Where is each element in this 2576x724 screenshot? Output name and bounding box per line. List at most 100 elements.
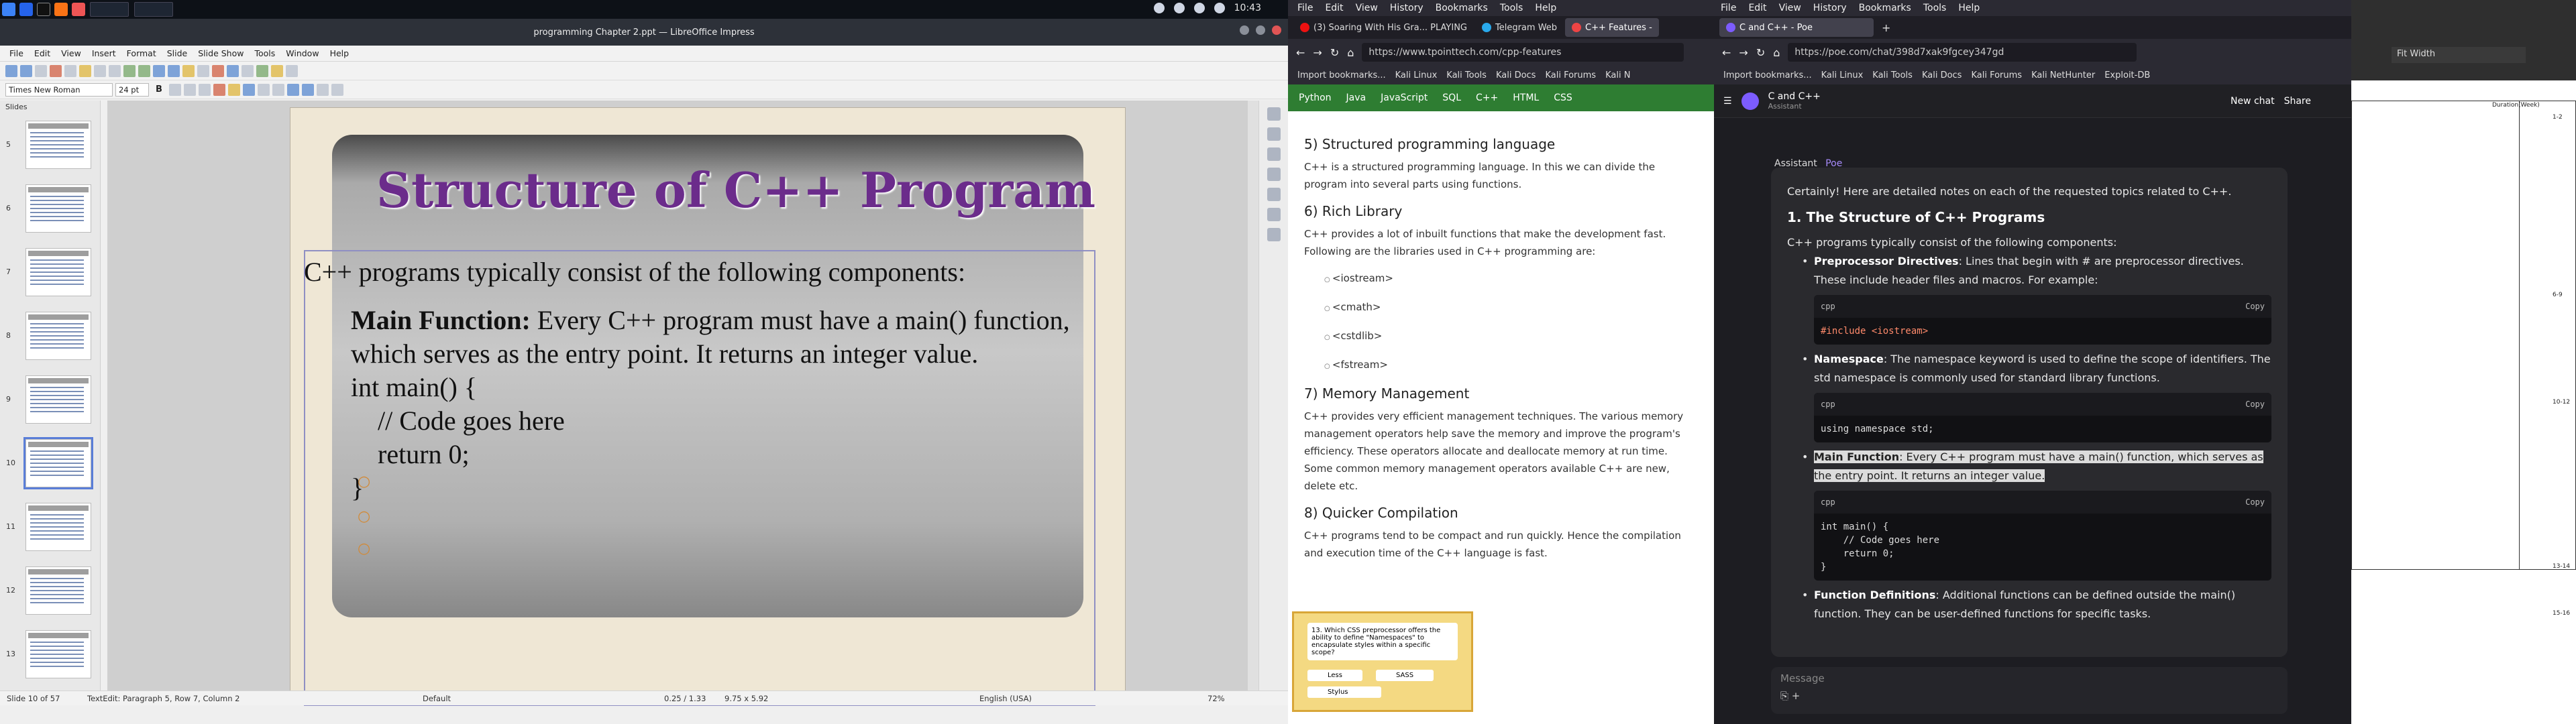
- slide-thumbnail[interactable]: 10: [6, 437, 93, 489]
- underline-icon[interactable]: [183, 83, 196, 96]
- gallery-icon[interactable]: [1267, 147, 1281, 161]
- clock[interactable]: 10:43: [1234, 3, 1261, 13]
- maximize-button[interactable]: [1256, 25, 1265, 35]
- styles-icon[interactable]: [1267, 127, 1281, 141]
- firefox-icon[interactable]: [54, 3, 68, 16]
- bullets-icon[interactable]: [286, 83, 299, 96]
- copy-icon[interactable]: [94, 64, 106, 77]
- terminal-icon[interactable]: [37, 3, 50, 16]
- file-manager-icon[interactable]: [19, 3, 33, 16]
- burp-icon[interactable]: [72, 3, 85, 16]
- menu-item[interactable]: File: [1721, 3, 1736, 13]
- slide-thumbnail[interactable]: 7: [6, 248, 91, 296]
- workspace-2[interactable]: [134, 2, 173, 17]
- menu-item[interactable]: File: [1297, 3, 1313, 13]
- align-center-icon[interactable]: [257, 83, 270, 96]
- bell-icon[interactable]: [1173, 3, 1185, 13]
- bookmark-item[interactable]: Kali Docs: [1496, 70, 1536, 80]
- tab-youtube[interactable]: (3) Soaring With His Gra... PLAYING: [1293, 18, 1474, 37]
- menu-item[interactable]: Insert: [92, 48, 116, 58]
- bookmark-item[interactable]: Exploit-DB: [2104, 70, 2150, 80]
- minimize-button[interactable]: [1240, 25, 1249, 35]
- highlight-icon[interactable]: [227, 83, 240, 96]
- share-button[interactable]: Share: [2284, 96, 2311, 107]
- forward-icon[interactable]: →: [1313, 46, 1322, 59]
- outdent-icon[interactable]: [331, 83, 343, 96]
- forward-icon[interactable]: →: [1739, 46, 1748, 59]
- navigator-icon[interactable]: [1267, 168, 1281, 181]
- slide-thumbnail[interactable]: 6: [6, 184, 91, 233]
- slideshow-icon[interactable]: [271, 64, 283, 77]
- copy-button[interactable]: Copy: [2245, 493, 2265, 511]
- home-icon[interactable]: ⌂: [1773, 46, 1780, 59]
- tab-cpp-features[interactable]: C++ Features -: [1565, 18, 1659, 37]
- attach-icon[interactable]: ⎘ +: [1780, 690, 2278, 702]
- paste-icon[interactable]: [109, 64, 121, 77]
- nav-link[interactable]: JavaScript: [1381, 93, 1428, 103]
- copy-button[interactable]: Copy: [2245, 395, 2265, 414]
- redo-icon[interactable]: [138, 64, 150, 77]
- url-bar[interactable]: https://www.tpointtech.com/cpp-features: [1362, 43, 1684, 62]
- indent-icon[interactable]: [316, 83, 329, 96]
- quiz-option-a[interactable]: Less: [1307, 670, 1362, 681]
- menu-item[interactable]: Bookmarks: [1859, 3, 1911, 13]
- menu-item[interactable]: Slide: [167, 48, 188, 58]
- menu-item[interactable]: File: [9, 48, 23, 58]
- bookmark-item[interactable]: Kali Tools: [1446, 70, 1487, 80]
- url-bar[interactable]: https://poe.com/chat/398d7xak9fgcey347gd: [1788, 43, 2137, 62]
- slide-canvas[interactable]: Structure of C++ Program C++ programs ty…: [290, 107, 1126, 706]
- display-icon[interactable]: [286, 64, 298, 77]
- animation-icon[interactable]: [1267, 188, 1281, 201]
- open-icon[interactable]: [20, 64, 32, 77]
- close-button[interactable]: [1272, 25, 1281, 35]
- back-icon[interactable]: ←: [1722, 46, 1731, 59]
- zoom-select[interactable]: Fit Width: [2392, 47, 2526, 63]
- menu-item[interactable]: Edit: [1325, 3, 1343, 13]
- bookmark-item[interactable]: Kali Tools: [1872, 70, 1913, 80]
- reload-icon[interactable]: ↻: [1756, 46, 1765, 59]
- bookmark-item[interactable]: Kali NetHunter: [2031, 70, 2095, 80]
- volume-icon[interactable]: [1193, 3, 1205, 13]
- slide-thumbnail[interactable]: 11: [6, 503, 91, 551]
- slide-title[interactable]: Structure of C++ Program: [376, 162, 1095, 219]
- font-name-box[interactable]: Times New Roman: [5, 82, 113, 97]
- menu-item[interactable]: Edit: [34, 48, 50, 58]
- document-page[interactable]: Duration(Week) 1-2 6-9 10-12 13-14 15-16: [2351, 80, 2576, 724]
- shapes-icon[interactable]: [212, 64, 224, 77]
- undo-icon[interactable]: [123, 64, 136, 77]
- master-slides-icon[interactable]: [1267, 228, 1281, 241]
- properties-icon[interactable]: [1267, 107, 1281, 121]
- bookmark-item[interactable]: Import bookmarks...: [1723, 70, 1812, 80]
- image-icon[interactable]: [168, 64, 180, 77]
- tab-telegram[interactable]: Telegram Web: [1475, 18, 1564, 37]
- vertical-scrollbar[interactable]: [1248, 101, 1258, 690]
- bookmark-item[interactable]: Import bookmarks...: [1297, 70, 1386, 80]
- menu-item[interactable]: Slide Show: [198, 48, 244, 58]
- numbering-icon[interactable]: [301, 83, 314, 96]
- menu-item[interactable]: Tools: [1500, 3, 1523, 13]
- bookmark-item[interactable]: Kali Linux: [1821, 70, 1864, 80]
- menu-item[interactable]: Bookmarks: [1436, 3, 1488, 13]
- slide-body[interactable]: C++ programs typically consist of the fo…: [304, 255, 1089, 505]
- cut-icon[interactable]: [79, 64, 91, 77]
- save-icon[interactable]: [35, 64, 47, 77]
- arrange-icon[interactable]: [256, 64, 268, 77]
- menu-item[interactable]: Tools: [254, 48, 275, 58]
- pdf-icon[interactable]: [50, 64, 62, 77]
- network-icon[interactable]: [1153, 3, 1165, 13]
- nav-link[interactable]: SQL: [1442, 93, 1461, 103]
- workspace-1[interactable]: [90, 2, 129, 17]
- slide-thumbnail[interactable]: 9: [6, 375, 91, 424]
- nav-link[interactable]: CSS: [1554, 93, 1572, 103]
- slide-thumbnail[interactable]: 12: [6, 566, 91, 615]
- quiz-ad[interactable]: 13. Which CSS preprocessor offers the ab…: [1292, 611, 1473, 712]
- menu-item[interactable]: Help: [1535, 3, 1556, 13]
- menu-item[interactable]: History: [1813, 3, 1847, 13]
- font-size-box[interactable]: 24 pt: [115, 82, 149, 97]
- message-input[interactable]: Message ⎘ +: [1771, 667, 2288, 714]
- nav-link[interactable]: C++: [1476, 93, 1498, 103]
- print-icon[interactable]: [64, 64, 76, 77]
- status-zoom[interactable]: 72%: [1208, 694, 1225, 703]
- new-chat-button[interactable]: New chat: [2231, 96, 2275, 107]
- menu-item[interactable]: Help: [1958, 3, 1980, 13]
